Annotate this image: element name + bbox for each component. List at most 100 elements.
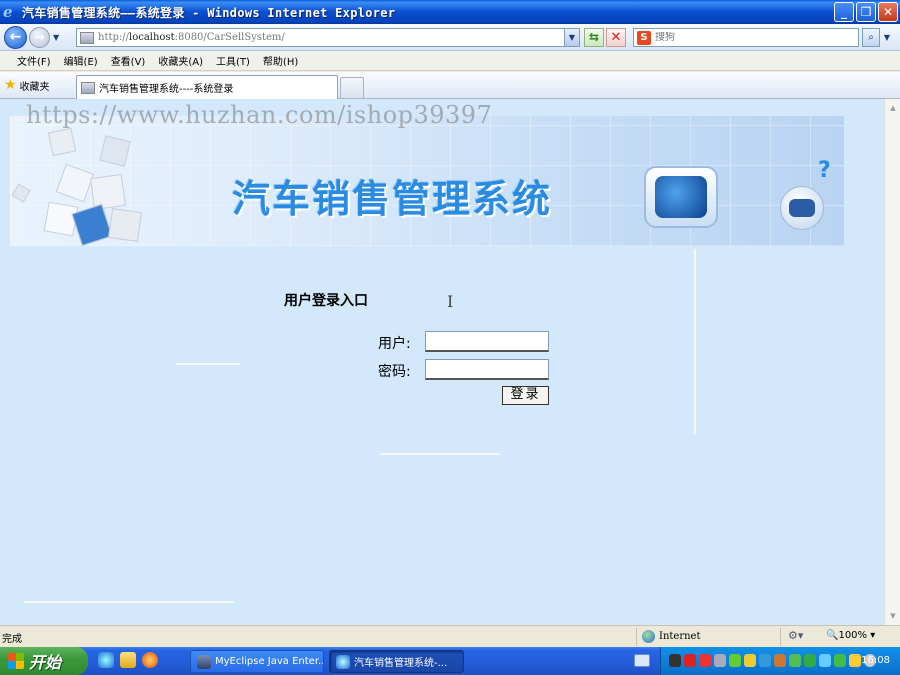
search-options-dropdown-icon[interactable]: ▼	[881, 28, 893, 47]
search-input[interactable]	[655, 32, 845, 43]
tray-app-icon[interactable]	[789, 654, 801, 667]
tv-illustration	[644, 166, 718, 228]
window-title: 汽车销售管理系统——系统登录 - Windows Internet Explor…	[22, 5, 396, 20]
status-separator	[636, 628, 637, 646]
new-tab-button[interactable]	[340, 77, 364, 98]
tab-title: 汽车销售管理系统----系统登录	[99, 84, 234, 95]
folder-quicklaunch-icon[interactable]	[120, 652, 136, 668]
tray-app-icon[interactable]	[699, 654, 711, 667]
tray-app-icon[interactable]	[819, 654, 831, 667]
cube-decoration	[47, 127, 77, 157]
address-toolbar: ← → ▼ http://localhost:8080/CarSellSyste…	[0, 24, 900, 51]
menu-tools[interactable]: 工具(T)	[216, 53, 250, 68]
maximize-button[interactable]: ❐	[856, 2, 876, 22]
vertical-scrollbar[interactable]: ▲ ▼	[884, 99, 900, 625]
login-title: 用户登录入口	[284, 293, 368, 309]
robot-illustration	[780, 186, 824, 230]
tab-bar: ★ 收藏夹 汽车销售管理系统----系统登录	[0, 72, 900, 99]
question-mark-icon: ?	[818, 158, 831, 183]
globe-icon	[642, 630, 655, 643]
robot-face	[789, 199, 815, 217]
myeclipse-icon	[197, 654, 211, 669]
search-box[interactable]: S	[633, 28, 859, 47]
menu-view[interactable]: 查看(V)	[111, 53, 146, 68]
tray-app-icon[interactable]	[849, 654, 861, 667]
decorative-line	[380, 453, 500, 455]
scroll-down-arrow-icon[interactable]: ▼	[886, 609, 900, 623]
forward-button[interactable]: →	[29, 27, 50, 48]
refresh-button[interactable]: ⇆	[584, 28, 604, 47]
menu-bar: 文件(F) 编辑(E) 查看(V) 收藏夹(A) 工具(T) 帮助(H)	[0, 51, 900, 71]
scroll-up-arrow-icon[interactable]: ▲	[886, 101, 900, 115]
url-text: http://localhost:8080/CarSellSystem/	[98, 32, 285, 43]
page-viewport: 汽车销售管理系统 ? https://www.huzhan.com/ishop3…	[0, 99, 900, 625]
back-button[interactable]: ←	[4, 26, 27, 49]
favorites-button[interactable]: ★ 收藏夹	[4, 76, 50, 94]
start-button[interactable]: 开始	[0, 647, 88, 675]
tv-screen	[655, 176, 707, 218]
history-dropdown-icon[interactable]: ▼	[53, 33, 59, 42]
tray-app-icon[interactable]	[804, 654, 816, 667]
ie-logo-icon: e	[3, 3, 13, 21]
zone-label: Internet	[659, 631, 701, 642]
tab-login[interactable]: 汽车销售管理系统----系统登录	[76, 75, 338, 99]
decorative-line	[24, 601, 234, 603]
tray-icons	[669, 654, 876, 667]
page-icon	[81, 81, 95, 94]
menu-file[interactable]: 文件(F)	[17, 53, 51, 68]
task-label: 汽车销售管理系统-...	[354, 658, 448, 669]
tray-app-icon[interactable]	[714, 654, 726, 667]
decorative-line	[176, 363, 240, 365]
window-controls: _ ❐ ✕	[834, 2, 898, 22]
windows-flag-icon	[8, 653, 24, 669]
window-titlebar[interactable]: e 汽车销售管理系统——系统登录 - Windows Internet Expl…	[0, 0, 900, 24]
tray-app-icon[interactable]	[684, 654, 696, 667]
start-label: 开始	[29, 653, 62, 672]
password-label: 密码:	[378, 364, 411, 380]
tray-app-icon[interactable]	[759, 654, 771, 667]
minimize-button[interactable]: _	[834, 2, 854, 22]
status-separator	[780, 628, 781, 646]
favorites-label: 收藏夹	[19, 81, 50, 93]
tray-app-icon[interactable]	[669, 654, 681, 667]
banner-title: 汽车销售管理系统	[232, 177, 553, 221]
close-button[interactable]: ✕	[878, 2, 898, 22]
text-cursor-icon: I	[447, 292, 454, 311]
watermark-text: https://www.huzhan.com/ishop39397	[26, 101, 493, 129]
status-text: 完成	[2, 634, 22, 645]
user-input[interactable]	[425, 331, 549, 352]
task-ie-login[interactable]: 汽车销售管理系统-...	[329, 650, 464, 673]
search-button[interactable]: ⌕	[862, 28, 880, 47]
stop-button[interactable]: ✕	[606, 28, 626, 47]
task-myeclipse[interactable]: MyEclipse Java Enter...	[190, 650, 324, 673]
status-bar: 完成 Internet ⚙▾ 🔍100% ▾	[0, 625, 900, 647]
protected-mode-icon[interactable]: ⚙▾	[788, 629, 803, 642]
ie-quicklaunch-icon[interactable]	[98, 652, 114, 668]
keyboard-icon[interactable]	[634, 654, 650, 667]
page-icon	[80, 31, 94, 44]
menu-help[interactable]: 帮助(H)	[263, 53, 298, 68]
tray-app-icon[interactable]	[834, 654, 846, 667]
zoom-level[interactable]: 🔍100% ▾	[826, 630, 875, 641]
quick-launch	[98, 652, 158, 668]
login-button[interactable]: 登录	[502, 386, 549, 405]
menu-edit[interactable]: 编辑(E)	[64, 53, 98, 68]
tray-app-icon[interactable]	[774, 654, 786, 667]
menu-favorites[interactable]: 收藏夹(A)	[158, 53, 203, 68]
user-label: 用户:	[378, 336, 411, 352]
address-dropdown-icon[interactable]: ▼	[564, 29, 579, 46]
tray-app-icon[interactable]	[744, 654, 756, 667]
sogou-logo-icon: S	[637, 30, 651, 45]
firefox-quicklaunch-icon[interactable]	[142, 652, 158, 668]
windows-taskbar: 开始 MyEclipse Java Enter... 汽车销售管理系统-...	[0, 647, 900, 675]
security-zone[interactable]: Internet	[642, 630, 700, 643]
ie-icon	[336, 654, 350, 669]
cube-decoration	[89, 173, 127, 211]
cube-decoration	[108, 208, 142, 242]
system-tray: 16:08	[660, 647, 900, 675]
clock[interactable]: 16:08	[861, 655, 890, 666]
tray-app-icon[interactable]	[729, 654, 741, 667]
password-input[interactable]	[425, 359, 549, 380]
address-field[interactable]: http://localhost:8080/CarSellSystem/ ▼	[76, 28, 580, 47]
header-banner: 汽车销售管理系统 ?	[10, 116, 844, 246]
